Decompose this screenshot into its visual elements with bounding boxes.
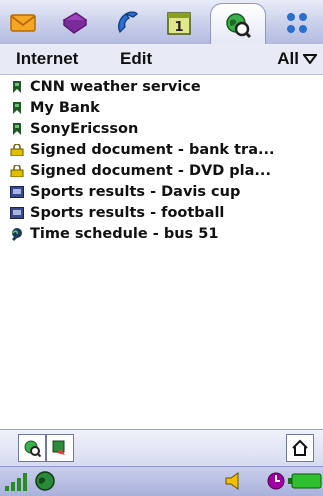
- list-item-label: Signed document - DVD pla...: [30, 162, 271, 179]
- speaker-icon[interactable]: [224, 471, 242, 495]
- list-item-label: Signed document - bank tra...: [30, 141, 275, 158]
- list-item[interactable]: Sports results - Davis cup: [0, 181, 323, 202]
- edit-menu[interactable]: Edit: [120, 49, 152, 69]
- list-item-label: SonyEricsson: [30, 120, 139, 137]
- list-item-label: CNN weather service: [30, 78, 201, 95]
- list-item[interactable]: Sports results - football: [0, 202, 323, 223]
- internet-globe-icon[interactable]: [210, 3, 266, 45]
- filter-value: All: [277, 49, 299, 68]
- saved-pages-icon[interactable]: [46, 434, 74, 462]
- web-link-icon: [10, 227, 24, 241]
- bookmark-icon: [10, 101, 24, 115]
- list-item-label: Time schedule - bus 51: [30, 225, 219, 242]
- signal-strength-icon: [4, 470, 30, 496]
- list-item[interactable]: Time schedule - bus 51: [0, 223, 323, 244]
- home-button[interactable]: [286, 434, 314, 462]
- signed-document-icon: [10, 143, 24, 157]
- status-bar: [0, 466, 323, 496]
- phone-handset-icon[interactable]: [110, 6, 144, 40]
- list-item[interactable]: SonyEricsson: [0, 118, 323, 139]
- list-item[interactable]: CNN weather service: [0, 76, 323, 97]
- bookmark-icon: [10, 80, 24, 94]
- app-tab-bar: 1: [0, 0, 323, 45]
- saved-page-icon: [10, 185, 24, 199]
- chevron-down-icon: [302, 49, 318, 69]
- list-item[interactable]: Signed document - bank tra...: [0, 139, 323, 160]
- contacts-book-icon[interactable]: [57, 6, 91, 40]
- internet-menu[interactable]: Internet: [16, 49, 78, 69]
- internet-globe-icon[interactable]: [18, 434, 46, 462]
- filter-dropdown[interactable]: All: [277, 49, 318, 69]
- messaging-envelope-icon[interactable]: [6, 6, 40, 40]
- list-item[interactable]: Signed document - DVD pla...: [0, 160, 323, 181]
- clock-icon[interactable]: [266, 471, 286, 495]
- applications-grid-icon[interactable]: [280, 6, 314, 40]
- bottom-toolbar: [0, 429, 323, 466]
- menu-bar: Internet Edit All: [0, 44, 323, 75]
- saved-page-icon: [10, 206, 24, 220]
- svg-text:1: 1: [174, 20, 183, 35]
- network-globe-icon: [34, 470, 56, 496]
- calendar-icon[interactable]: 1: [162, 6, 196, 40]
- battery-icon: [288, 473, 322, 493]
- list-item-label: Sports results - football: [30, 204, 225, 221]
- list-item-label: My Bank: [30, 99, 100, 116]
- bookmark-icon: [10, 122, 24, 136]
- signed-document-icon: [10, 164, 24, 178]
- bookmark-list: CNN weather service My Bank SonyEricsson…: [0, 76, 323, 426]
- list-item-label: Sports results - Davis cup: [30, 183, 241, 200]
- list-item[interactable]: My Bank: [0, 97, 323, 118]
